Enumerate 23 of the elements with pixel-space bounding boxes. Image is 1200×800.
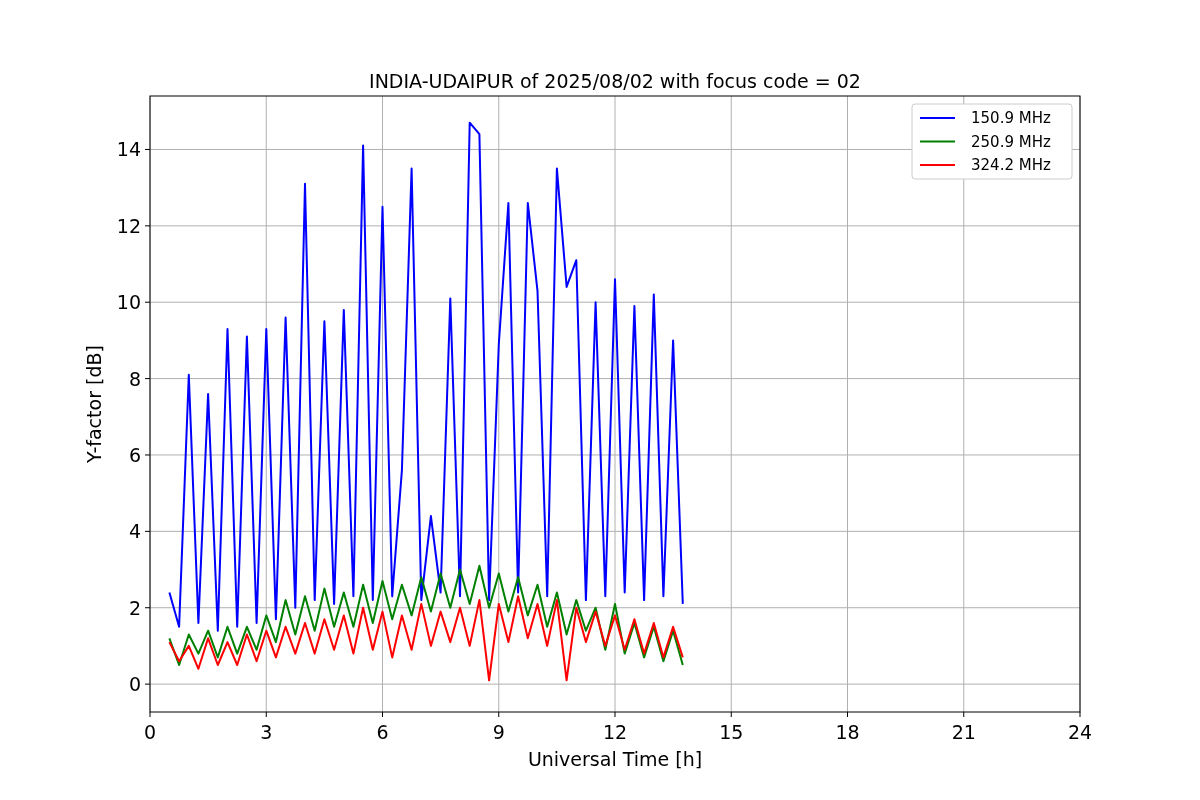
y-tick-label: 4 [128,520,141,543]
y-axis-label: Y-factor [dB] [83,345,105,463]
y-tick-label: 6 [128,444,141,466]
y-tick-label: 14 [116,138,141,161]
y-tick-label: 10 [116,291,141,314]
x-tick-label: 24 [1067,721,1093,743]
x-tick-label: 21 [951,721,976,743]
x-tick-label: 18 [835,721,860,743]
y-tick-label: 2 [128,596,141,619]
x-tick-label: 6 [376,721,389,743]
x-tick-label: 15 [719,721,744,743]
x-axis-label: Universal Time [h] [527,748,703,770]
legend-label: 324.2 MHz [971,156,1051,174]
x-tick-label: 3 [260,721,273,743]
y-tick-label: 0 [128,673,141,696]
x-tick-label: 9 [492,721,505,743]
legend-label: 150.9 MHz [971,109,1051,127]
legend-label: 250.9 MHz [971,132,1051,151]
chart-title: INDIA-UDAIPUR of 2025/08/02 with focus code = 02 [369,70,861,92]
y-tick-label: 8 [128,367,141,390]
y-tick-label: 12 [116,214,141,237]
x-tick-label: 0 [143,721,157,743]
x-tick-label: 12 [602,721,628,743]
